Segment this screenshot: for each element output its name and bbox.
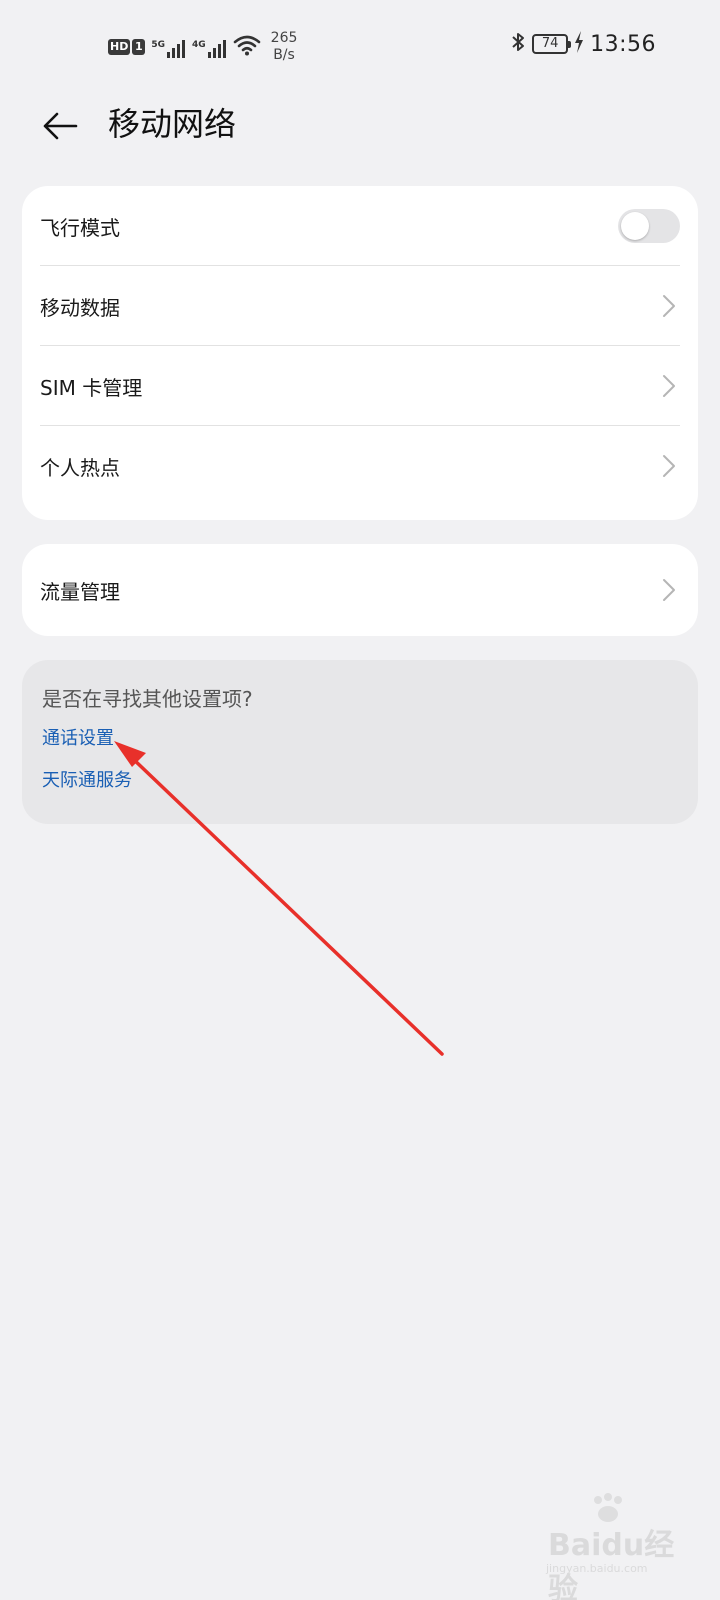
bluetooth-icon — [510, 30, 526, 58]
data-usage-label: 流量管理 — [40, 579, 120, 604]
sim-management-label: SIM 卡管理 — [40, 375, 143, 400]
network-settings-card: 飞行模式 移动数据 SIM 卡管理 个人热点 — [22, 186, 698, 520]
baidu-watermark: Baidu经验 jingyan.baidu.com — [540, 1492, 680, 1600]
signal-4g-tag: 4G — [192, 40, 206, 50]
watermark-brand: Baidu经验 — [548, 1528, 675, 1600]
back-button[interactable] — [38, 104, 82, 148]
hd-badge: HD 1 — [108, 39, 146, 55]
app-header: 移动网络 — [0, 92, 720, 160]
speed-unit: B/s — [273, 47, 295, 63]
hd-label: HD — [108, 39, 131, 55]
sim-management-row[interactable]: SIM 卡管理 — [22, 346, 698, 426]
wifi-icon — [233, 34, 261, 60]
clock: 13:56 — [590, 31, 656, 57]
airplane-mode-row[interactable]: 飞行模式 — [22, 186, 698, 266]
call-settings-link[interactable]: 通话设置 — [42, 726, 678, 752]
hotspot-row[interactable]: 个人热点 — [22, 426, 698, 506]
page-title: 移动网络 — [108, 105, 237, 143]
chevron-right-icon — [663, 375, 675, 397]
skytone-service-link[interactable]: 天际通服务 — [42, 768, 678, 794]
toggle-knob — [621, 212, 649, 240]
chevron-right-icon — [663, 295, 675, 317]
status-right: 74 13:56 — [510, 30, 656, 58]
network-speed: 265 B/s — [271, 30, 298, 64]
airplane-mode-label: 飞行模式 — [40, 215, 120, 240]
back-arrow-icon — [43, 112, 78, 140]
data-usage-row[interactable]: 流量管理 — [22, 544, 698, 636]
charging-icon — [574, 31, 584, 57]
speed-value: 265 — [270, 30, 298, 46]
chevron-right-icon — [663, 455, 675, 477]
status-bar: HD 1 5G 4G 265 B/s 74 13:56 — [0, 0, 720, 92]
airplane-mode-toggle[interactable] — [618, 209, 680, 243]
suggestions-card: 是否在寻找其他设置项? 通话设置 天际通服务 — [22, 660, 698, 824]
signal-5g-tag: 5G — [151, 40, 165, 50]
watermark-url: jingyan.baidu.com — [546, 1562, 648, 1575]
chevron-right-icon — [663, 579, 675, 601]
signal-5g-icon: 5G — [151, 36, 186, 58]
sim-label: 1 — [132, 39, 146, 55]
suggestions-question: 是否在寻找其他设置项? — [42, 687, 253, 711]
data-usage-card: 流量管理 — [22, 544, 698, 636]
hotspot-label: 个人热点 — [40, 455, 120, 480]
signal-4g-icon: 4G — [192, 36, 227, 58]
mobile-data-label: 移动数据 — [40, 295, 120, 320]
status-left: HD 1 5G 4G 265 B/s — [108, 30, 297, 64]
mobile-data-row[interactable]: 移动数据 — [22, 266, 698, 346]
battery-indicator: 74 — [532, 34, 572, 54]
